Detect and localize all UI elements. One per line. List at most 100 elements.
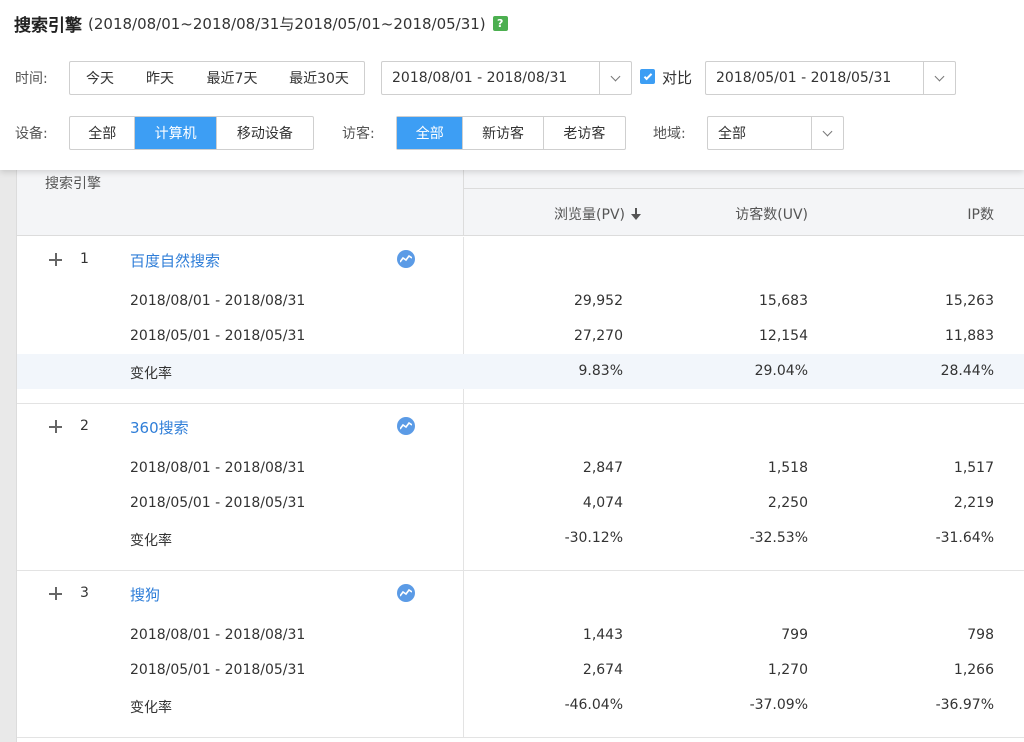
pv-value: 1,443 xyxy=(582,627,623,643)
table-row-change: 变化率 -46.04% -37.09% -36.97% xyxy=(17,688,1024,723)
visitor-button-group: 全部 新访客 老访客 xyxy=(396,116,626,150)
column-header-pv[interactable]: 浏览量(PV) xyxy=(554,204,641,224)
pv-value: 4,074 xyxy=(582,495,623,511)
table-row: 2018/08/01 - 2018/08/31 1,443 799 798 xyxy=(17,618,1024,653)
date-range-value: 2018/08/01 - 2018/08/31 xyxy=(392,70,568,86)
ip-change: -31.64% xyxy=(935,530,994,546)
trend-chart-icon[interactable] xyxy=(397,417,415,435)
ip-value: 1,517 xyxy=(953,460,994,476)
time-today-button[interactable]: 今天 xyxy=(70,62,130,94)
ip-change: 28.44% xyxy=(940,363,994,379)
device-button-group: 全部 计算机 移动设备 xyxy=(69,116,314,150)
plus-icon[interactable] xyxy=(49,587,62,600)
column-header-uv[interactable]: 访客数(UV) xyxy=(735,204,808,224)
ip-change: -36.97% xyxy=(935,697,994,713)
uv-change: 29.04% xyxy=(754,363,808,379)
row-period-label: 2018/08/01 - 2018/08/31 xyxy=(130,293,306,309)
table-row-change: 变化率 9.83% 29.04% 28.44% xyxy=(17,354,1024,389)
uv-value: 2,250 xyxy=(767,495,808,511)
checkmark-icon xyxy=(643,71,652,80)
table-row-change: 变化率 -30.12% -32.53% -31.64% xyxy=(17,521,1024,556)
row-change-label: 变化率 xyxy=(130,533,172,549)
time-last30-button[interactable]: 最近30天 xyxy=(274,62,364,94)
table-row: 2018/05/01 - 2018/05/31 4,074 2,250 2,21… xyxy=(17,486,1024,521)
ip-value: 1,266 xyxy=(953,662,994,678)
pv-value: 2,847 xyxy=(582,460,623,476)
table-row: 2018/05/01 - 2018/05/31 27,270 12,154 11… xyxy=(17,319,1024,354)
row-period-label: 2018/08/01 - 2018/08/31 xyxy=(130,460,306,476)
ip-value: 2,219 xyxy=(953,495,994,511)
device-mobile-button[interactable]: 移动设备 xyxy=(217,117,313,149)
engine-link[interactable]: 搜狗 xyxy=(130,584,160,605)
uv-value: 15,683 xyxy=(759,293,808,309)
device-all-button[interactable]: 全部 xyxy=(70,117,136,149)
uv-change: -37.09% xyxy=(749,697,808,713)
visitor-returning-button[interactable]: 老访客 xyxy=(544,117,625,149)
pv-change: -46.04% xyxy=(564,697,623,713)
row-period-label: 2018/05/01 - 2018/05/31 xyxy=(130,328,306,344)
time-button-group: 今天 昨天 最近7天 最近30天 xyxy=(69,61,365,95)
time-last7-button[interactable]: 最近7天 xyxy=(190,62,274,94)
plus-icon[interactable] xyxy=(49,420,62,433)
pv-change: 9.83% xyxy=(578,363,623,379)
device-label: 设备: xyxy=(15,126,48,142)
visitor-new-button[interactable]: 新访客 xyxy=(463,117,544,149)
help-icon[interactable]: ? xyxy=(492,15,508,31)
row-period-label: 2018/05/01 - 2018/05/31 xyxy=(130,662,306,678)
compare-range-value: 2018/05/01 - 2018/05/31 xyxy=(716,70,892,86)
page-title: 搜索引擎 (2018/08/01~2018/08/31与2018/05/01~2… xyxy=(14,10,508,36)
engine-link[interactable]: 百度自然搜索 xyxy=(130,250,220,271)
column-header-ip[interactable]: IP数 xyxy=(967,204,994,224)
sort-desc-icon xyxy=(631,208,641,220)
uv-value: 1,518 xyxy=(767,460,808,476)
pv-value: 27,270 xyxy=(574,328,623,344)
region-value: 全部 xyxy=(718,126,746,142)
uv-value: 1,270 xyxy=(767,662,808,678)
chevron-down-icon[interactable] xyxy=(811,117,843,149)
time-label: 时间: xyxy=(15,71,48,87)
region-label: 地域: xyxy=(653,126,686,142)
time-yesterday-button[interactable]: 昨天 xyxy=(130,62,190,94)
rank-number: 3 xyxy=(80,585,89,601)
pv-value: 29,952 xyxy=(574,293,623,309)
filter-panel: 搜索引擎 (2018/08/01~2018/08/31与2018/05/01~2… xyxy=(0,0,1024,170)
engine-link[interactable]: 360搜索 xyxy=(130,417,189,438)
table-group: 3 搜狗 2018/08/01 - 2018/08/31 1,443 799 7… xyxy=(17,571,1024,738)
ip-value: 15,263 xyxy=(945,293,994,309)
pv-change: -30.12% xyxy=(564,530,623,546)
table-row: 2018/08/01 - 2018/08/31 29,952 15,683 15… xyxy=(17,284,1024,319)
uv-value: 12,154 xyxy=(759,328,808,344)
table-row: 2018/08/01 - 2018/08/31 2,847 1,518 1,51… xyxy=(17,451,1024,486)
visitor-all-button[interactable]: 全部 xyxy=(397,117,464,149)
page-title-range: (2018/08/01~2018/08/31与2018/05/01~2018/0… xyxy=(88,14,486,33)
table-group: 2 360搜索 2018/08/01 - 2018/08/31 2,847 1,… xyxy=(17,404,1024,571)
compare-checkbox[interactable] xyxy=(640,69,655,84)
uv-value: 799 xyxy=(781,627,808,643)
trend-chart-icon[interactable] xyxy=(397,584,415,602)
ip-value: 798 xyxy=(967,627,994,643)
compare-range-select[interactable]: 2018/05/01 - 2018/05/31 xyxy=(705,61,956,95)
row-period-label: 2018/05/01 - 2018/05/31 xyxy=(130,495,306,511)
chevron-down-icon[interactable] xyxy=(599,62,631,94)
search-engine-table: 搜索引擎 浏览量(PV) 访客数(UV) IP数 1 百度自然搜索 2018/0… xyxy=(16,170,1024,742)
ip-value: 11,883 xyxy=(945,328,994,344)
date-range-select[interactable]: 2018/08/01 - 2018/08/31 xyxy=(381,61,632,95)
device-computer-button[interactable]: 计算机 xyxy=(135,117,217,149)
pv-value: 2,674 xyxy=(582,662,623,678)
row-change-label: 变化率 xyxy=(130,700,172,716)
region-select[interactable]: 全部 xyxy=(707,116,844,150)
rank-number: 2 xyxy=(80,418,89,434)
row-change-label: 变化率 xyxy=(130,366,172,382)
left-gutter xyxy=(0,170,16,742)
table-header: 搜索引擎 浏览量(PV) 访客数(UV) IP数 xyxy=(17,170,1024,236)
uv-change: -32.53% xyxy=(749,530,808,546)
table-row: 2018/05/01 - 2018/05/31 2,674 1,270 1,26… xyxy=(17,653,1024,688)
rank-number: 1 xyxy=(80,251,89,267)
plus-icon[interactable] xyxy=(49,253,62,266)
column-header-engine: 搜索引擎 xyxy=(45,176,101,192)
compare-label: 对比 xyxy=(662,69,693,87)
page-title-text: 搜索引擎 xyxy=(14,15,82,36)
visitor-label: 访客: xyxy=(342,126,375,142)
chevron-down-icon[interactable] xyxy=(923,62,955,94)
trend-chart-icon[interactable] xyxy=(397,250,415,268)
